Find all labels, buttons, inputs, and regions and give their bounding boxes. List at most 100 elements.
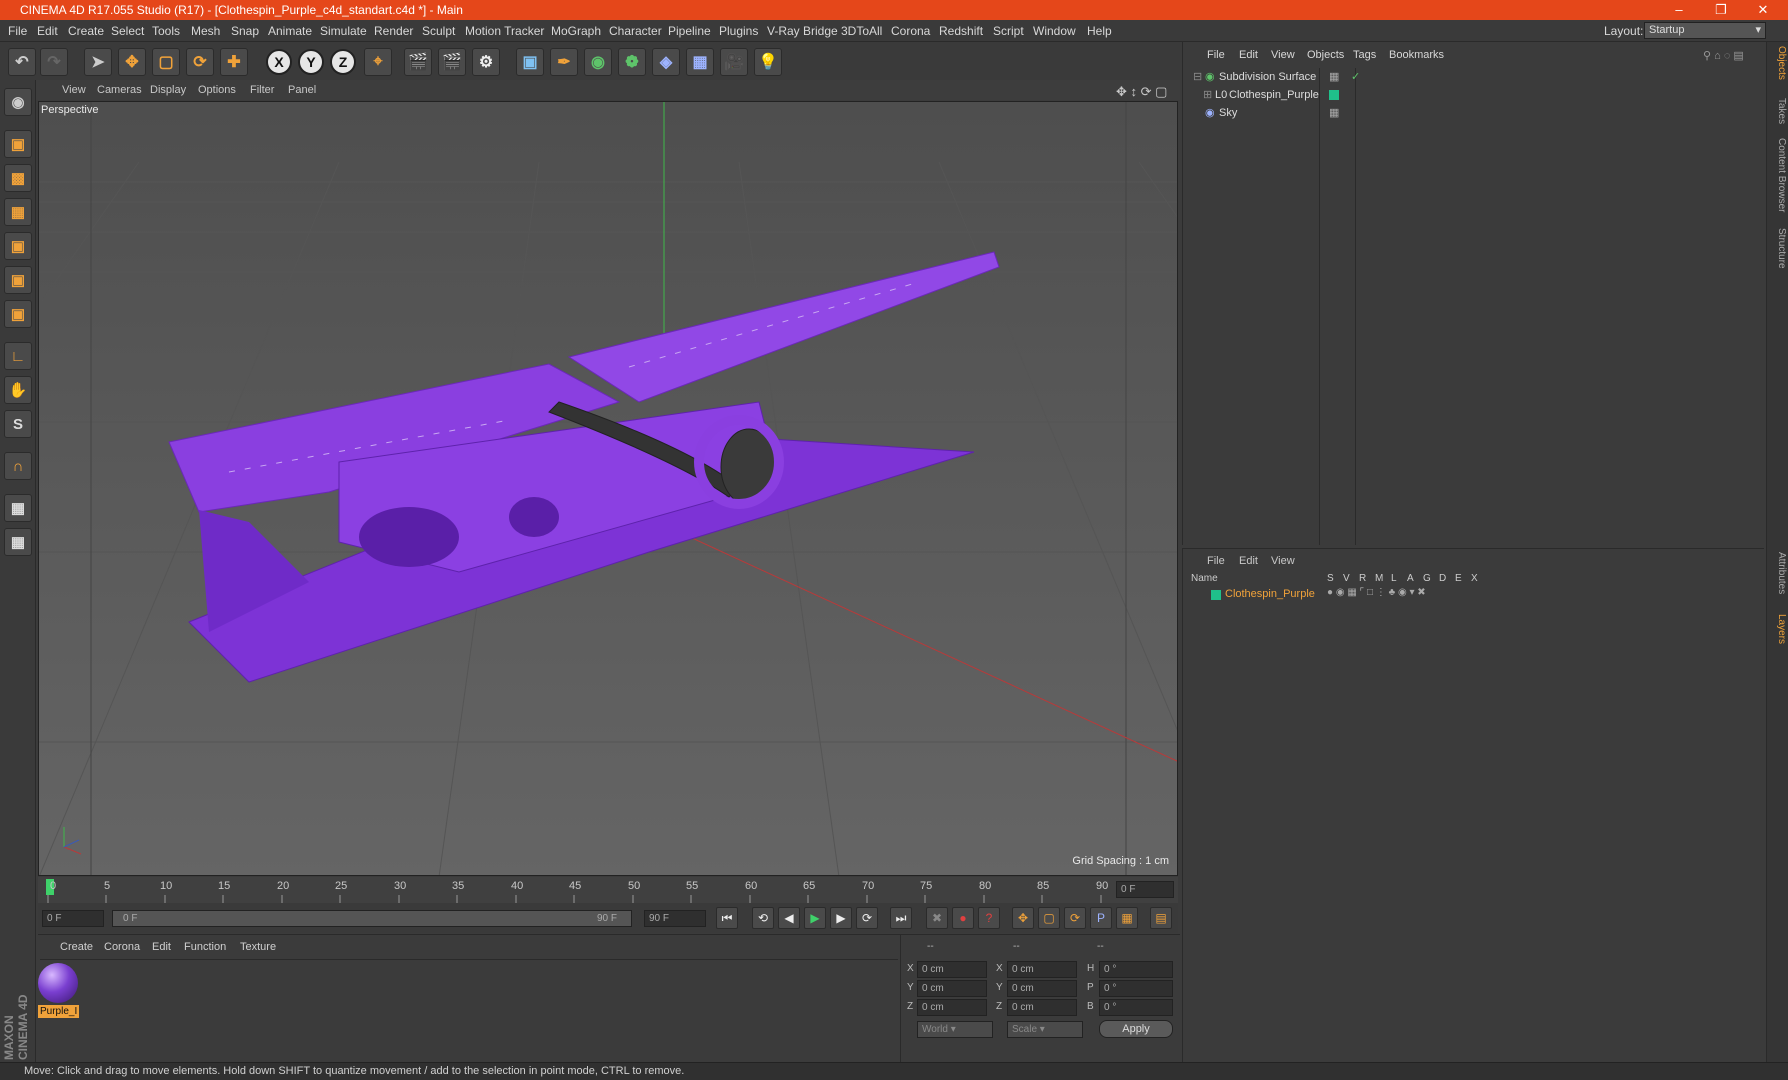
obj-menu-objects[interactable]: Objects [1307, 49, 1344, 61]
points-mode-button[interactable]: ▣ [4, 232, 32, 260]
menu-simulate[interactable]: Simulate [320, 24, 367, 38]
layout-dropdown[interactable]: Startup ▾ [1644, 22, 1766, 39]
close-icon[interactable]: ✕ [1742, 0, 1784, 20]
layer-row[interactable]: Clothespin_Purple ● ◉ ▦ ⌜ □ ⋮ ♣ ◉ ▾ ✖ [1187, 587, 1761, 603]
tab-objects[interactable]: Objects [1769, 46, 1787, 80]
menu-mograph[interactable]: MoGraph [551, 24, 601, 38]
expand-icon[interactable]: ⊞ [1203, 86, 1212, 104]
mat-menu-edit[interactable]: Edit [152, 941, 171, 953]
vp-menu-view[interactable]: View [62, 84, 86, 96]
frame-range-slider[interactable]: 0 F 90 F [112, 910, 632, 927]
mograph-cloner-icon[interactable]: ❁ [618, 48, 646, 76]
viewport-nav-icons[interactable]: ✥ ↕ ⟳ ▢ [1116, 84, 1167, 100]
size-x-field[interactable]: 0 cm [1007, 961, 1077, 978]
obj-menu-tags[interactable]: Tags [1353, 49, 1376, 61]
timeline-layout-button[interactable]: ▤ [1150, 907, 1172, 929]
size-z-field[interactable]: 0 cm [1007, 999, 1077, 1016]
timeline-ruler[interactable]: 0 5 10 15 20 25 30 35 40 45 50 55 60 65 … [38, 877, 1178, 903]
scale-tool-button[interactable]: ▢ [152, 48, 180, 76]
menu-edit[interactable]: Edit [37, 24, 58, 38]
keyframe-selection-button[interactable]: ? [978, 907, 1000, 929]
object-row-sky[interactable]: ◉ Sky ▦ [1187, 104, 1763, 122]
render-settings-button[interactable]: ⚙ [472, 48, 500, 76]
rotate-tool-button[interactable]: ⟳ [186, 48, 214, 76]
axis-mode-button[interactable]: ∟ [4, 342, 32, 370]
pos-x-field[interactable]: 0 cm [917, 961, 987, 978]
rot-h-field[interactable]: 0 ° [1099, 961, 1173, 978]
next-key-button[interactable]: ⟳ [856, 907, 878, 929]
tab-layers[interactable]: Layers [1769, 614, 1787, 644]
redo-button[interactable]: ↷ [40, 48, 68, 76]
pen-icon[interactable]: ✒ [550, 48, 578, 76]
menu-animate[interactable]: Animate [268, 24, 312, 38]
snap-magnet-icon[interactable]: ∩ [4, 452, 32, 480]
polygons-mode-button[interactable]: ▣ [4, 300, 32, 328]
camera-icon[interactable]: 🎥 [720, 48, 748, 76]
subdivision-icon[interactable]: ◉ [584, 48, 612, 76]
previous-key-button[interactable]: ⟲ [752, 907, 774, 929]
menu-character[interactable]: Character [609, 24, 662, 38]
mat-menu-corona[interactable]: Corona [104, 941, 140, 953]
select-tool-button[interactable]: ➤ [84, 48, 112, 76]
layer-menu-edit[interactable]: Edit [1239, 555, 1258, 567]
menu-vray-bridge[interactable]: V-Ray Bridge [767, 24, 838, 38]
layer-menu-file[interactable]: File [1207, 555, 1225, 567]
visibility-icon[interactable]: ▦ [1329, 68, 1339, 86]
layer-flags-icons[interactable]: ● ◉ ▦ ⌜ □ ⋮ ♣ ◉ ▾ ✖ [1327, 587, 1426, 598]
y-axis-button[interactable]: Y [298, 49, 324, 75]
mat-menu-function[interactable]: Function [184, 941, 226, 953]
record-keys-button[interactable]: ✖ [926, 907, 948, 929]
layer-color-tag[interactable] [1329, 90, 1339, 100]
pos-z-field[interactable]: 0 cm [917, 999, 987, 1016]
model-mode-button[interactable]: ▣ [4, 130, 32, 158]
restore-icon[interactable]: ❐ [1700, 0, 1742, 20]
grid-snap-button[interactable]: ▦ [4, 528, 32, 556]
layer-color-swatch[interactable] [1211, 590, 1221, 600]
key-scale-button[interactable]: ▢ [1038, 907, 1060, 929]
grid-lock-button[interactable]: ▦ [4, 494, 32, 522]
deformer-icon[interactable]: ◈ [652, 48, 680, 76]
tab-takes[interactable]: Takes [1769, 98, 1787, 124]
workplane-mode-button[interactable]: ▦ [4, 198, 32, 226]
rot-b-field[interactable]: 0 ° [1099, 999, 1173, 1016]
coord-mode-dropdown[interactable]: World ▾ [917, 1021, 993, 1038]
cube-icon[interactable]: ▣ [516, 48, 544, 76]
tab-structure[interactable]: Structure [1769, 228, 1787, 269]
layer-name[interactable]: Clothespin_Purple [1225, 588, 1315, 600]
size-y-field[interactable]: 0 cm [1007, 980, 1077, 997]
menu-plugins[interactable]: Plugins [719, 24, 758, 38]
tab-content-browser[interactable]: Content Browser [1769, 138, 1787, 212]
obj-menu-bookmarks[interactable]: Bookmarks [1389, 49, 1444, 61]
start-frame-field[interactable]: 0 F [42, 910, 104, 927]
end-frame-field[interactable]: 90 F [644, 910, 706, 927]
menu-tools[interactable]: Tools [152, 24, 180, 38]
floor-icon[interactable]: ▦ [686, 48, 714, 76]
menu-create[interactable]: Create [68, 24, 104, 38]
minimize-icon[interactable]: – [1658, 0, 1700, 20]
vp-menu-panel[interactable]: Panel [288, 84, 316, 96]
menu-window[interactable]: Window [1033, 24, 1076, 38]
menu-pipeline[interactable]: Pipeline [668, 24, 711, 38]
key-param-button[interactable]: P [1090, 907, 1112, 929]
undo-button[interactable]: ↶ [8, 48, 36, 76]
render-view-button[interactable]: 🎬 [404, 48, 432, 76]
texture-mode-button[interactable]: ▩ [4, 164, 32, 192]
edges-mode-button[interactable]: ▣ [4, 266, 32, 294]
apply-button[interactable]: Apply [1099, 1020, 1173, 1038]
rot-p-field[interactable]: 0 ° [1099, 980, 1173, 997]
go-to-end-button[interactable]: ⏭ [890, 907, 912, 929]
light-icon[interactable]: 💡 [754, 48, 782, 76]
menu-file[interactable]: File [8, 24, 27, 38]
key-rotation-button[interactable]: ⟳ [1064, 907, 1086, 929]
size-mode-dropdown[interactable]: Scale ▾ [1007, 1021, 1083, 1038]
pos-y-field[interactable]: 0 cm [917, 980, 987, 997]
menu-snap[interactable]: Snap [231, 24, 259, 38]
live-selection-button[interactable]: ✚ [220, 48, 248, 76]
coordinate-system-button[interactable]: ⌖ [364, 48, 392, 76]
menu-3dtoall[interactable]: 3DToAll [841, 24, 882, 38]
x-axis-button[interactable]: X [266, 49, 292, 75]
menu-help[interactable]: Help [1087, 24, 1112, 38]
object-row-clothespin[interactable]: ⊞ L0 Clothespin_Purple [1187, 86, 1763, 104]
obj-search-home-icons[interactable]: ⚲ ⌂ ◌ ▤ [1703, 49, 1744, 62]
obj-menu-view[interactable]: View [1271, 49, 1295, 61]
